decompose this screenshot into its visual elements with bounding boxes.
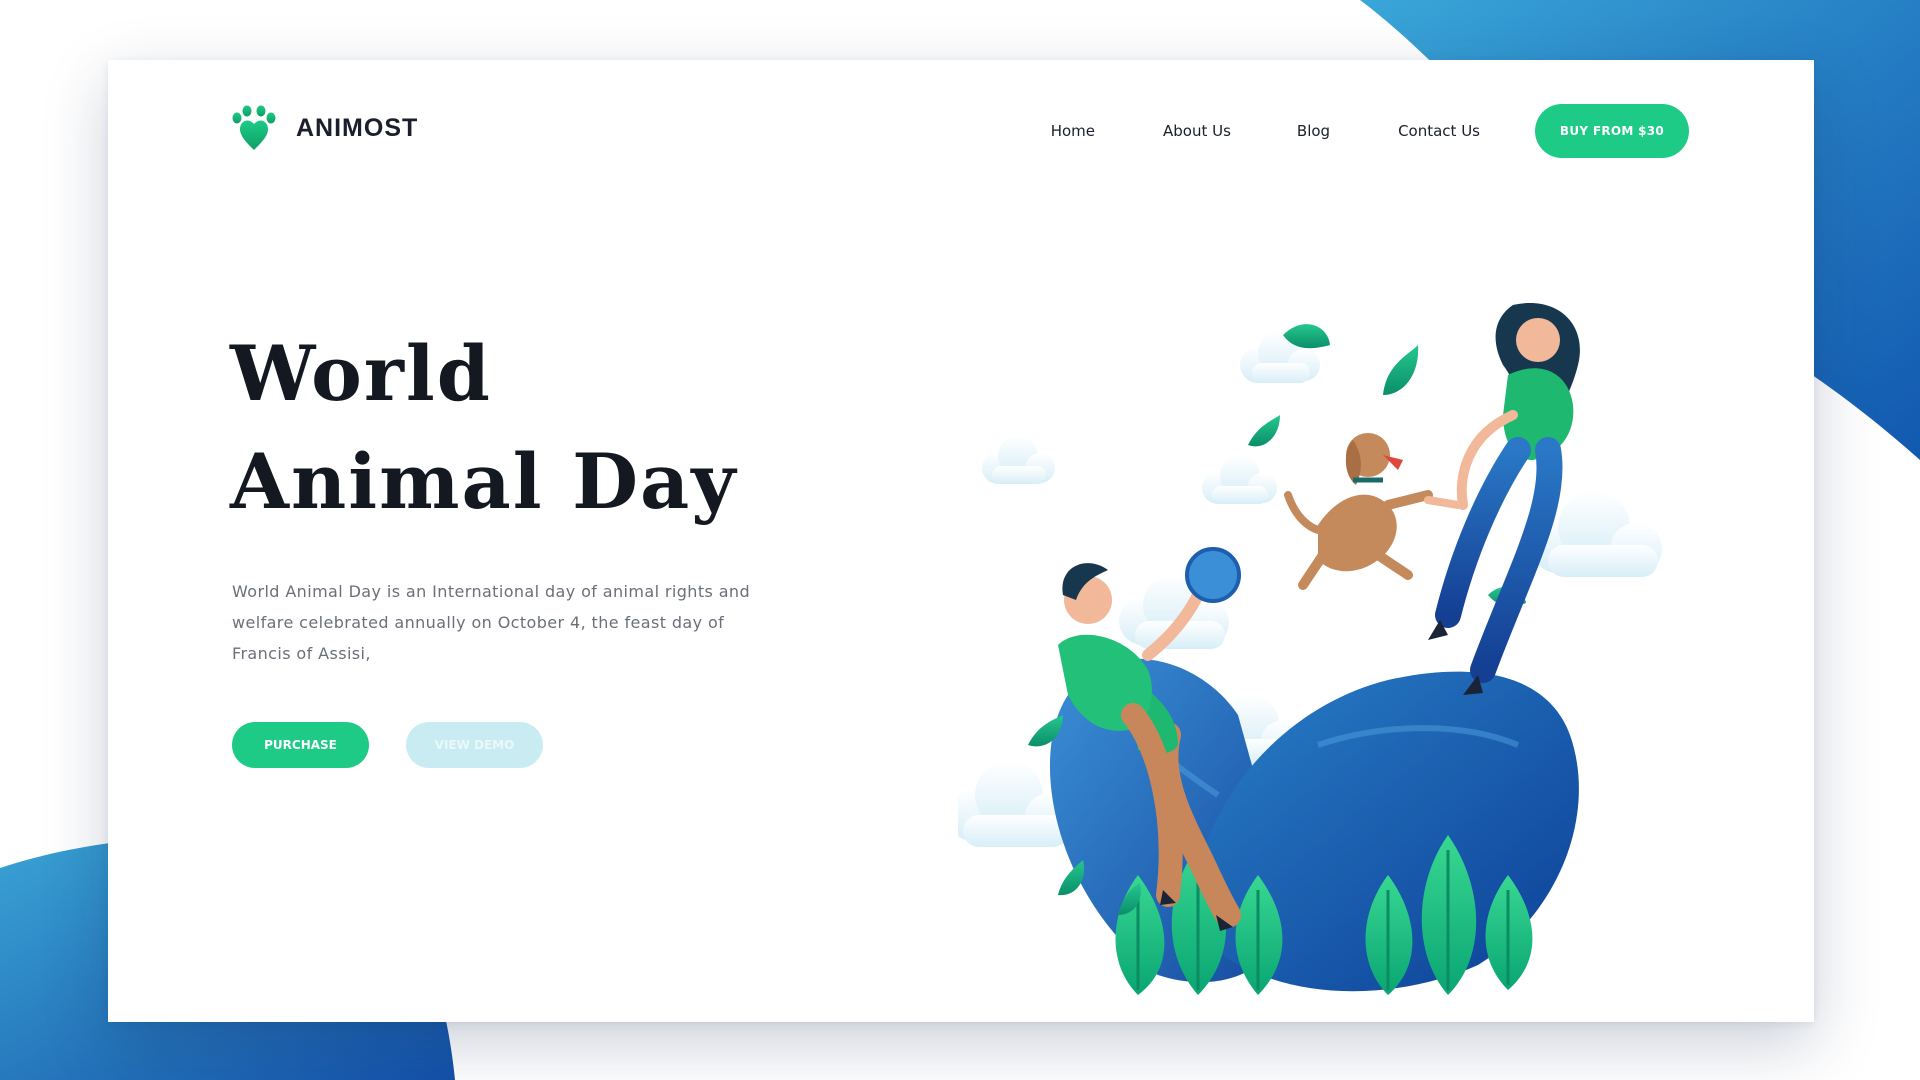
dog-figure <box>1284 433 1433 590</box>
nav-home[interactable]: Home <box>1051 122 1095 140</box>
hero-description: World Animal Day is an International day… <box>232 582 751 663</box>
landing-page-card: ANIMOST Home About Us Blog Contact Us BU… <box>108 60 1814 1022</box>
purchase-button[interactable]: PURCHASE <box>232 722 369 768</box>
hero-title: World Animal Day <box>230 320 737 536</box>
hero-title-line-2: Animal Day <box>230 437 738 526</box>
woman-figure <box>1424 303 1580 695</box>
main-nav: Home About Us Blog Contact Us BUY FROM $… <box>1051 104 1689 158</box>
paw-icon <box>232 105 276 150</box>
view-demo-button[interactable]: VIEW DEMO <box>406 722 543 768</box>
brand-logo[interactable]: ANIMOST <box>230 104 418 152</box>
nav-contact-us[interactable]: Contact Us <box>1398 122 1480 140</box>
people-playing-with-dog-illustration <box>958 275 1718 995</box>
brand-name: ANIMOST <box>296 113 419 142</box>
nav-blog[interactable]: Blog <box>1297 122 1330 140</box>
hero-title-line-1: World <box>230 329 492 418</box>
buy-button[interactable]: BUY FROM $30 <box>1535 104 1689 158</box>
hero-actions: PURCHASE VIEW DEMO <box>232 722 543 768</box>
nav-about-us[interactable]: About Us <box>1163 122 1231 140</box>
